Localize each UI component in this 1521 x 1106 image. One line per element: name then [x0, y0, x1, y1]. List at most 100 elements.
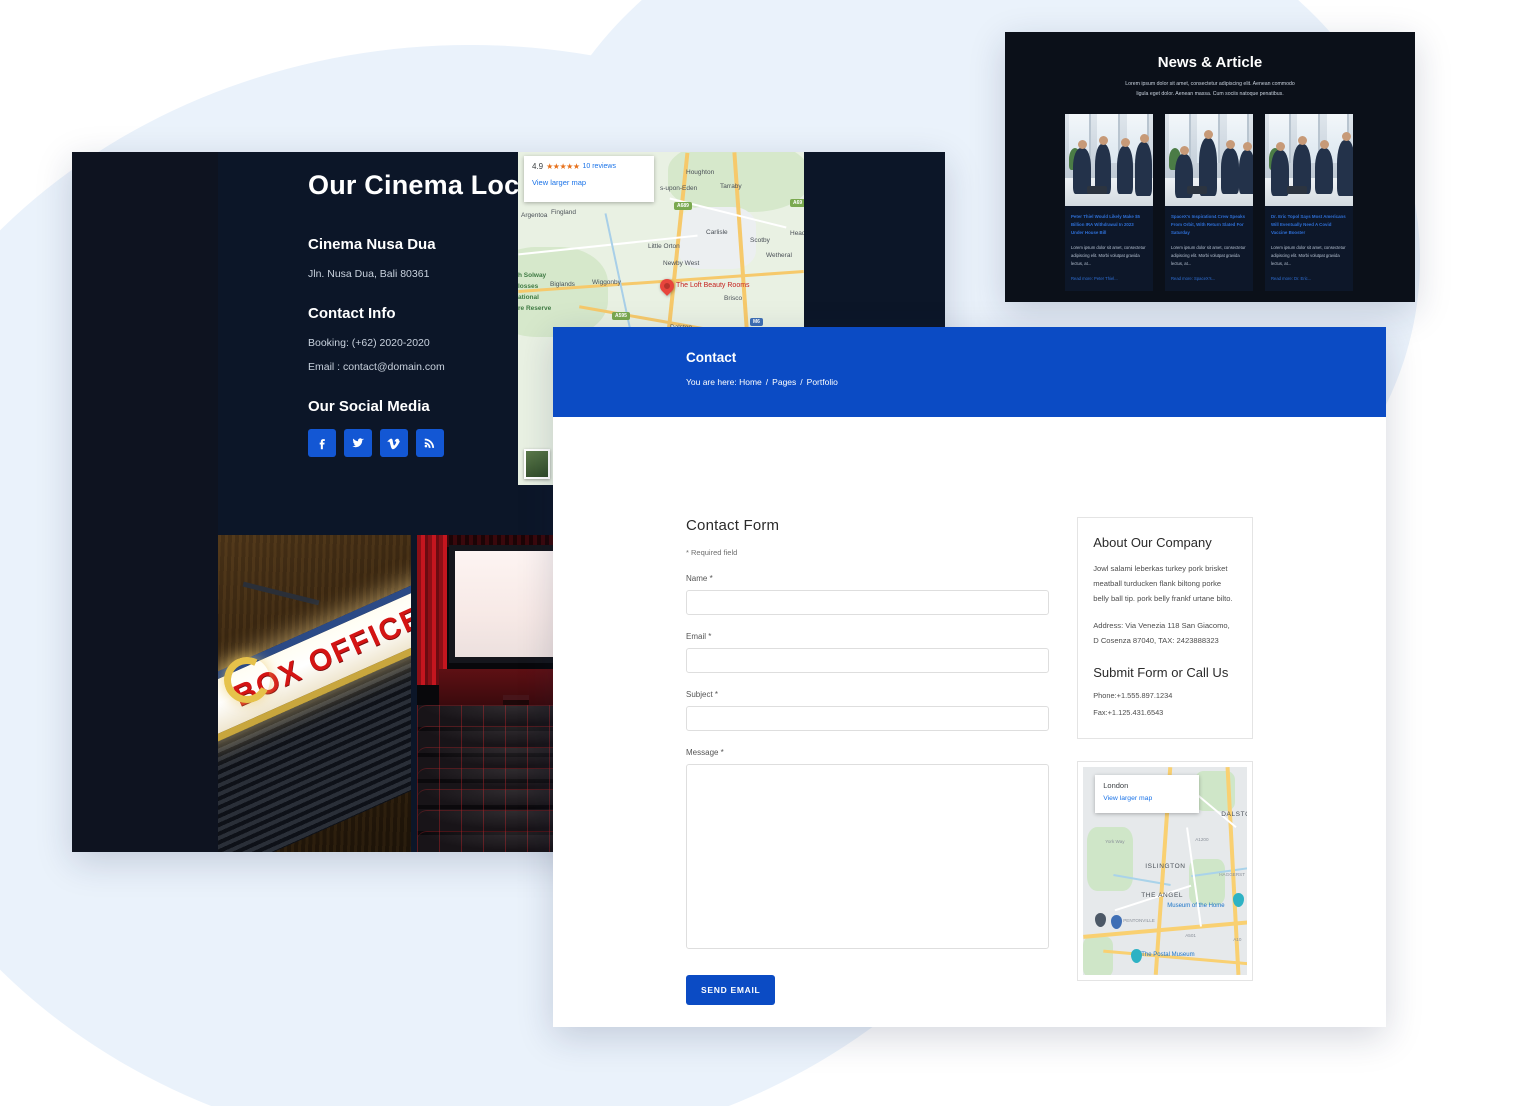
person-head: [1276, 141, 1285, 151]
news-card-image: [1165, 113, 1253, 206]
phone-number: Phone:+1.555.897.1234: [1093, 690, 1173, 700]
news-card-body: Peter Thiel Would Likely Make $5 Billion…: [1065, 206, 1153, 291]
rss-icon[interactable]: [416, 428, 444, 457]
map-rating-row: 4.9 ★★★★★ 10 reviews: [532, 162, 646, 171]
news-card-read-more-link[interactable]: Read more: SpaceX's...: [1171, 276, 1247, 281]
london-map-info-card: London View larger map: [1095, 774, 1200, 813]
box-office-photo: BOX OFFICE: [218, 535, 411, 852]
news-subtitle-line-1: Lorem ipsum dolor sit amet, consectetur …: [1125, 81, 1295, 87]
news-card-title[interactable]: Dr. Eric Topol Says Most Americans Will …: [1271, 213, 1347, 237]
map-place-label: Wetheral: [766, 252, 792, 259]
contact-header-content: Contact You are here: Home / Pages / Portfol…: [686, 350, 838, 387]
map-poi-label: The Loft Beauty Rooms: [676, 282, 750, 289]
london-map[interactable]: DALSTO ISLINGTON THE ANGEL PENTONVILLE HAGGE…: [1083, 766, 1247, 975]
london-map-view-larger-link[interactable]: View larger map: [1103, 795, 1191, 802]
map-reserve-label: re Reserve: [518, 305, 552, 312]
form-field-label: Email *: [686, 632, 712, 641]
map-place-label: Carlisle: [706, 229, 728, 236]
breadcrumb-item-portfolio[interactable]: Portfolio: [807, 377, 838, 387]
about-company-address: Address: Via Venezia 118 San Giacomo, D …: [1093, 620, 1230, 645]
person-head: [1243, 141, 1252, 151]
person-head: [1078, 139, 1087, 149]
twitter-icon[interactable]: [344, 428, 372, 457]
person-head: [1204, 129, 1213, 139]
map-place-label: Brisco: [724, 295, 743, 302]
page-title: Contact: [686, 350, 737, 365]
required-field-note: * Required field: [686, 548, 738, 557]
contact-page-panel: Contact You are here: Home / Pages / Portfol…: [553, 327, 1386, 1027]
news-card-body: SpaceX's Inspiration4 Crew Speaks From O…: [1165, 206, 1253, 291]
map-place-label: Head: [790, 230, 804, 237]
person-head: [1342, 131, 1351, 141]
map-road-shield: A69: [790, 199, 804, 207]
map-view-larger-link[interactable]: View larger map: [532, 178, 646, 187]
news-content: News & Article Lorem ipsum dolor sit ame…: [1005, 32, 1415, 302]
form-field-group: Name *: [686, 574, 1050, 615]
map-park: [1087, 826, 1134, 891]
breadcrumb-item-pages[interactable]: Pages: [772, 377, 796, 387]
news-card-excerpt: Lorem ipsum dolor sit amet, consectetur …: [1071, 245, 1146, 267]
map-place-label: Tarraby: [720, 183, 742, 190]
person-silhouette: [1337, 139, 1353, 196]
london-map-label: THE ANGEL: [1141, 891, 1184, 899]
london-map-label: DALSTO: [1221, 810, 1247, 818]
person-head: [1121, 137, 1130, 147]
map-place-label: Fingland: [551, 209, 576, 216]
news-card-title[interactable]: SpaceX's Inspiration4 Crew Speaks From O…: [1171, 213, 1247, 237]
map-road-shield: M6: [750, 318, 763, 326]
breadcrumb-item-home[interactable]: Home: [739, 377, 762, 387]
subject-input[interactable]: [686, 706, 1050, 731]
news-card-title[interactable]: Peter Thiel Would Likely Make $5 Billion…: [1071, 213, 1147, 237]
contact-form-column: Contact Form * Required field Name * Emai…: [686, 517, 1050, 1027]
news-card-read-more-link[interactable]: Read more: Dr. Eric...: [1271, 276, 1347, 281]
map-reserve-label: h Solway: [518, 272, 547, 279]
news-subtitle-line-2: ligula eget dolor. Aenean massa. Cum soc…: [1136, 90, 1284, 97]
map-road-shield: A595: [612, 312, 630, 320]
london-map-label: ISLINGTON: [1145, 862, 1186, 870]
about-company-heading: About Our Company: [1093, 535, 1212, 550]
contact-sidebar: About Our Company Jowl salami leberkas t…: [1077, 517, 1253, 1027]
news-card-excerpt: Lorem ipsum dolor sit amet, consectetur …: [1171, 245, 1246, 267]
news-card[interactable]: Peter Thiel Would Likely Make $5 Billion…: [1065, 113, 1153, 292]
news-card-read-more-link[interactable]: Read more: Peter Thiel...: [1071, 276, 1147, 281]
curtain-left: [417, 535, 447, 685]
name-input[interactable]: [686, 590, 1050, 615]
map-place-label: Houghton: [686, 169, 715, 176]
london-map-label: A10: [1233, 936, 1242, 942]
person-head: [1099, 135, 1108, 145]
map-rating-value: 4.9: [532, 162, 544, 171]
person-head: [1226, 139, 1235, 149]
news-card[interactable]: Dr. Eric Topol Says Most Americans Will …: [1265, 113, 1353, 292]
map-reserve-label: losses: [518, 283, 539, 290]
email-input[interactable]: [686, 648, 1050, 673]
contact-form-fields: Name * Email * Subject *: [686, 574, 1050, 731]
form-field-label: Subject *: [686, 690, 719, 699]
map-reviews-link[interactable]: 10 reviews: [582, 163, 615, 170]
form-field-label: Name *: [686, 574, 713, 583]
message-textarea[interactable]: [686, 764, 1050, 949]
news-card-body: Dr. Eric Topol Says Most Americans Will …: [1265, 206, 1353, 291]
send-email-button[interactable]: SEND EMAIL: [686, 975, 776, 1005]
facebook-icon[interactable]: [308, 428, 336, 457]
map-road-shield: A689: [674, 202, 692, 210]
breadcrumb-separator: /: [765, 377, 769, 387]
news-subtitle: Lorem ipsum dolor sit amet, consectetur …: [1065, 80, 1355, 100]
person-head: [1139, 133, 1149, 143]
person-silhouette: [1315, 147, 1333, 194]
news-card-list: Peter Thiel Would Likely Make $5 Billion…: [1065, 113, 1355, 292]
contact-page-header: Contact You are here: Home / Pages / Portfol…: [553, 327, 1386, 417]
laptop: [1187, 185, 1207, 194]
london-map-label: York Way: [1105, 838, 1125, 844]
breadcrumb-items: Home / Pages / Portfolio: [739, 377, 838, 387]
breadcrumb: You are here: Home / Pages / Portfolio: [686, 377, 838, 387]
person-silhouette: [1239, 149, 1253, 194]
screenshot-stage: Our Cinema Location Cinema Nusa Dua Jln.…: [0, 0, 1521, 1106]
person-head: [1298, 135, 1307, 145]
london-map-label: A1200: [1195, 836, 1209, 842]
london-map-title: London: [1103, 780, 1129, 790]
sidebar-map-box: DALSTO ISLINGTON THE ANGEL PENTONVILLE HAGGE…: [1077, 760, 1253, 981]
map-place-label: Wiggonby: [592, 279, 621, 286]
news-card[interactable]: SpaceX's Inspiration4 Crew Speaks From O…: [1165, 113, 1253, 292]
vimeo-icon[interactable]: [380, 428, 408, 457]
map-street-view-thumbnail[interactable]: [524, 449, 550, 479]
